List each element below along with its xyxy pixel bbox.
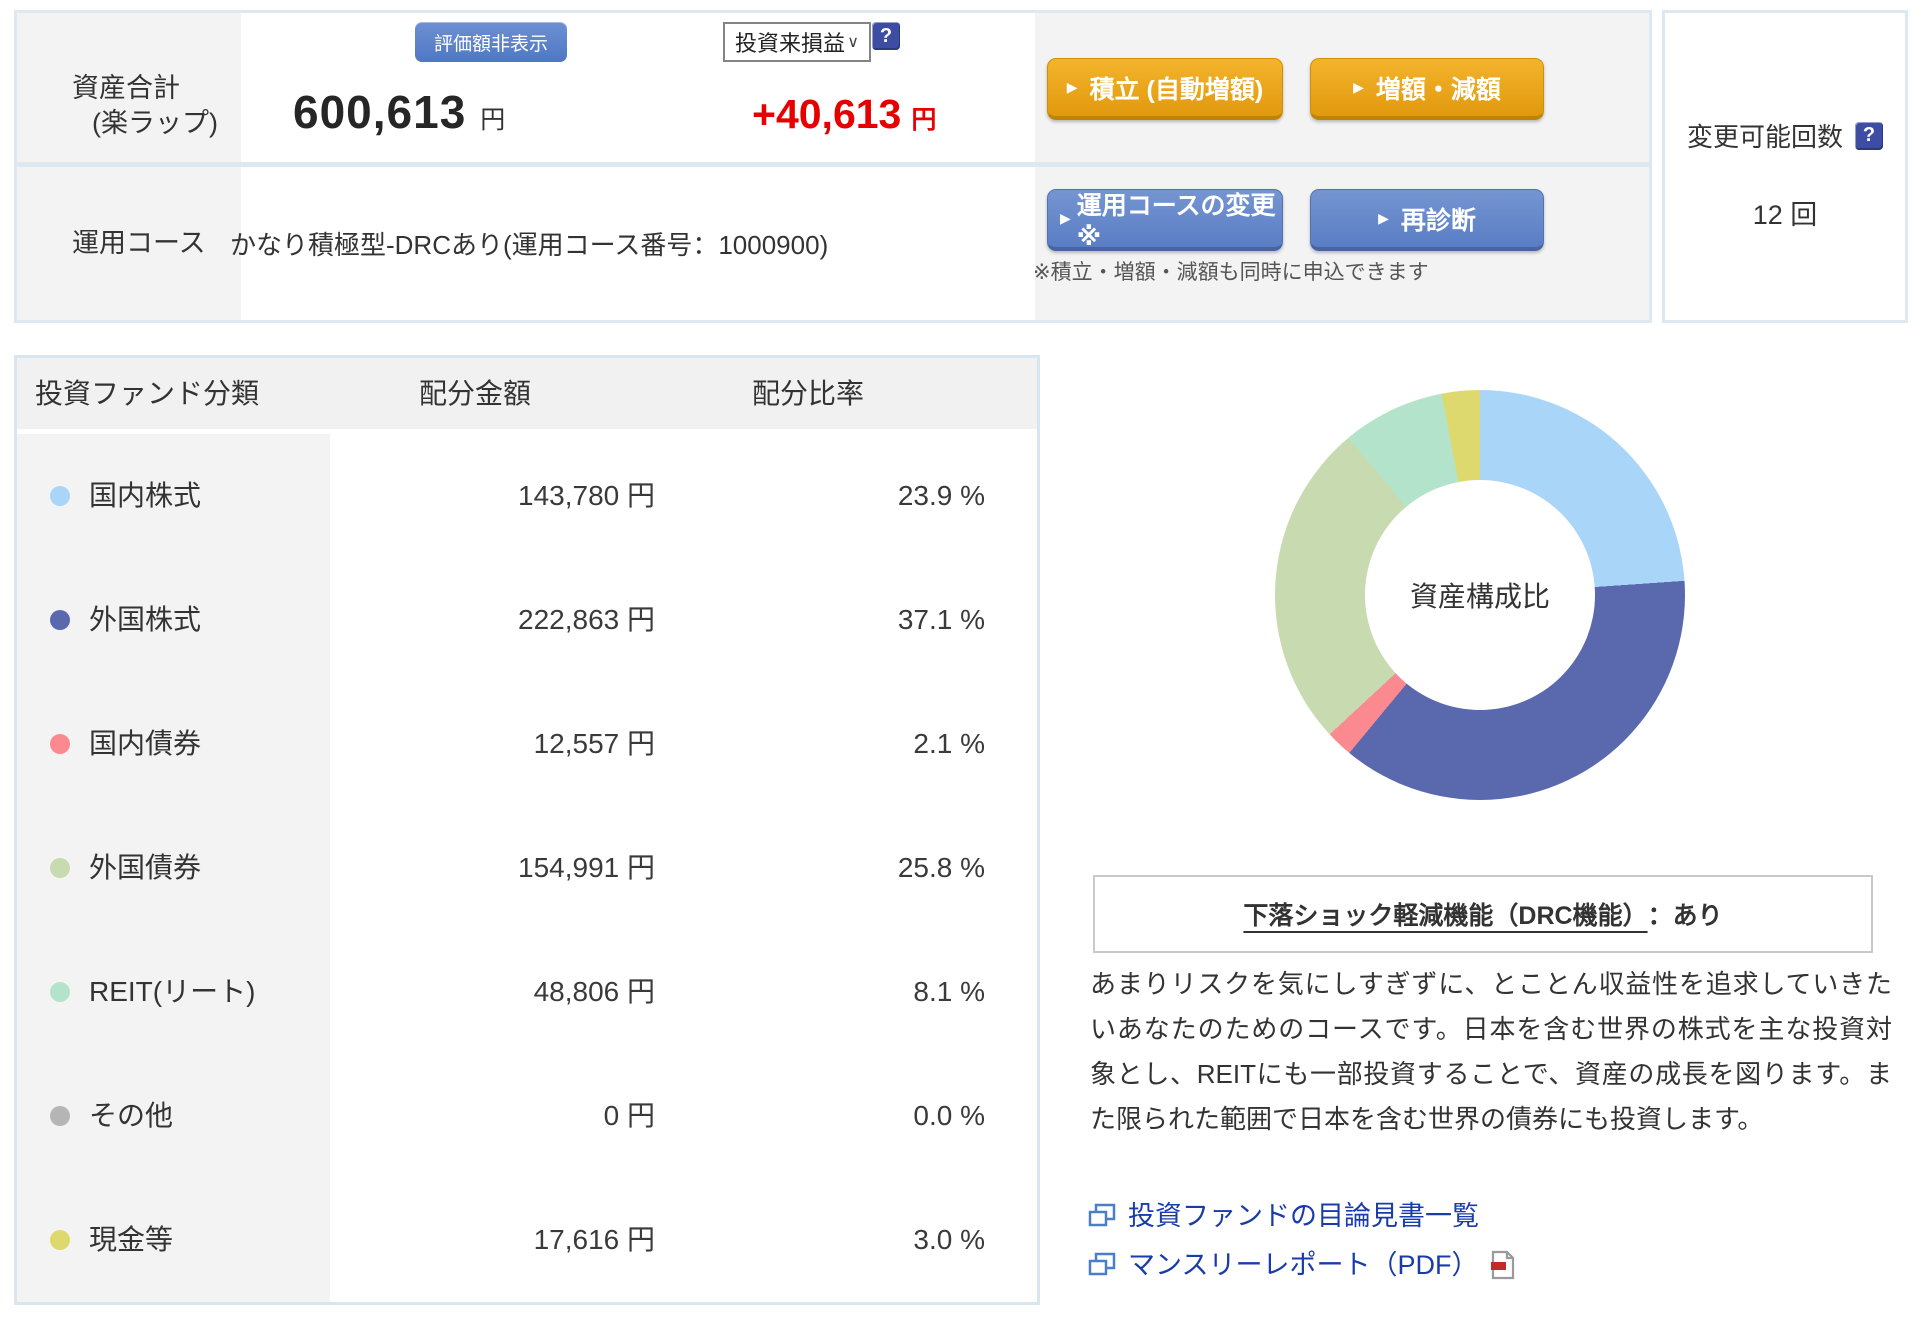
change-count-row: 変更可能回数 ?: [1665, 117, 1905, 154]
zougaku-button-label: 増額・減額: [1375, 75, 1501, 104]
header-allocation-amount: 配分金額: [418, 378, 532, 409]
table-row: 外国債券 154,991 円 25.8 %: [17, 806, 1037, 930]
allocation-table: 投資ファンド分類 配分金額 配分比率 国内株式 143,780 円 23.9 %…: [14, 355, 1040, 1305]
course-change-button-label: 運用コースの変更※: [1076, 191, 1276, 251]
gain-period-select[interactable]: 投資来損益 ∨: [723, 22, 871, 62]
change-count-label: 変更可能回数: [1686, 122, 1843, 152]
row-amount: 154,991 円: [518, 852, 655, 883]
category-color-dot: [50, 610, 70, 630]
chevron-down-icon: ∨: [847, 34, 859, 51]
row-amount: 48,806 円: [533, 976, 655, 1007]
pdf-icon: [1491, 1250, 1515, 1280]
row-label: 現金等: [89, 1224, 174, 1255]
category-color-dot: [50, 858, 70, 878]
row-label: 国内株式: [89, 480, 202, 511]
category-color-dot: [50, 1106, 70, 1126]
tsumitate-button-label: 積立 (自動増額): [1089, 75, 1264, 104]
row-ratio: 8.1 %: [913, 976, 985, 1007]
row-ratio: 2.1 %: [913, 728, 985, 759]
new-window-icon: [1088, 1203, 1116, 1227]
donut-center-label: 資産構成比: [1365, 480, 1595, 710]
hide-valuation-button[interactable]: 評価額非表示: [415, 22, 567, 62]
category-color-dot: [50, 486, 70, 506]
row-divider: [17, 162, 1649, 167]
row-ratio: 37.1 %: [897, 604, 985, 635]
rediagnosis-button-label: 再診断: [1400, 206, 1476, 235]
asset-summary-box: 資産合計 (楽ラップ) 評価額非表示 600,613 円 投資来損益 ∨ ? +…: [14, 10, 1652, 323]
row-amount: 0 円: [603, 1100, 655, 1131]
change-count-box: 変更可能回数 ? 12 回: [1662, 10, 1908, 323]
change-count-help-icon[interactable]: ?: [1855, 121, 1883, 150]
course-description: あまりリスクを気にしすぎずに、とことん収益性を追求していきたいあなたのためのコー…: [1090, 969, 1892, 1134]
category-color-dot: [50, 1230, 70, 1250]
row-amount: 17,616 円: [533, 1224, 655, 1255]
row-label: 国内債券: [89, 728, 202, 759]
monthly-report-link-label: マンスリーレポート（PDF）: [1128, 1250, 1479, 1280]
table-row: 現金等 17,616 円 3.0 %: [17, 1178, 1037, 1302]
table-row: その他 0 円 0.0 %: [17, 1054, 1037, 1178]
rediagnosis-button[interactable]: ▶ 再診断: [1310, 189, 1544, 251]
asset-total-unit: 円: [480, 106, 506, 134]
row-ratio: 3.0 %: [913, 1224, 985, 1255]
arrow-right-icon: ▶: [1066, 79, 1078, 95]
arrow-right-icon: ▶: [1060, 210, 1071, 226]
gain-since-investment: +40,613 円: [752, 91, 936, 138]
asset-total-label-line1: 資産合計: [72, 73, 180, 103]
gain-unit: 円: [911, 106, 937, 134]
zougaku-button[interactable]: ▶ 増額・減額: [1310, 58, 1544, 120]
gain-help-icon[interactable]: ?: [872, 22, 900, 50]
category-color-dot: [50, 982, 70, 1002]
row-amount: 143,780 円: [518, 480, 655, 511]
document-links: 投資ファンドの目論見書一覧 マンスリーレポート（PDF）: [1088, 1196, 1516, 1285]
asset-total-label-line2: (楽ラップ): [92, 108, 218, 138]
arrow-right-icon: ▶: [1353, 79, 1364, 95]
gain-value: +40,613: [752, 91, 902, 137]
allocation-table-header: 投資ファンド分類 配分金額 配分比率: [17, 358, 1037, 434]
asset-total-value: 600,613: [293, 86, 467, 138]
row-label: その他: [89, 1100, 174, 1131]
header-fund-category: 投資ファンド分類: [35, 378, 260, 409]
monthly-report-link[interactable]: マンスリーレポート（PDF）: [1088, 1245, 1516, 1285]
prospectus-link-label: 投資ファンドの目論見書一覧: [1128, 1201, 1479, 1231]
row-ratio: 0.0 %: [913, 1100, 985, 1131]
prospectus-link[interactable]: 投資ファンドの目論見書一覧: [1088, 1196, 1516, 1236]
table-row: 外国株式 222,863 円 37.1 %: [17, 558, 1037, 682]
course-value: かなり積極型-DRCあり(運用コース番号：1000900): [230, 230, 829, 260]
allocation-table-body: 国内株式 143,780 円 23.9 % 外国株式 222,863 円 37.…: [17, 434, 1037, 1302]
row-label: 外国株式: [89, 604, 202, 635]
new-window-icon: [1088, 1252, 1116, 1276]
drc-feature-title: 下落ショック軽減機能（DRC機能）: [1243, 902, 1648, 930]
simultaneous-application-note: ※積立・増額・減額も同時に申込できます: [1033, 261, 1429, 284]
row-ratio: 23.9 %: [897, 480, 985, 511]
header-allocation-ratio: 配分比率: [751, 378, 865, 409]
category-color-dot: [50, 734, 70, 754]
table-row: REIT(リート) 48,806 円 8.1 %: [17, 930, 1037, 1054]
row-ratio: 25.8 %: [897, 852, 985, 883]
gain-period-selected: 投資来損益: [735, 31, 846, 56]
arrow-right-icon: ▶: [1378, 210, 1389, 226]
tsumitate-button[interactable]: ▶ 積立 (自動増額): [1047, 58, 1283, 120]
drc-feature-status: ：あり: [1647, 902, 1723, 930]
asset-total-label: 資産合計 (楽ラップ): [72, 71, 218, 141]
asset-composition-donut-chart: 資産構成比: [1275, 390, 1685, 800]
row-amount: 222,863 円: [518, 604, 655, 635]
table-row: 国内株式 143,780 円 23.9 %: [17, 434, 1037, 558]
row-amount: 12,557 円: [533, 728, 655, 759]
asset-total: 600,613 円: [293, 85, 505, 139]
course-change-button[interactable]: ▶ 運用コースの変更※: [1047, 189, 1283, 251]
drc-feature-box: 下落ショック軽減機能（DRC機能） ：あり: [1093, 875, 1873, 953]
table-row: 国内債券 12,557 円 2.1 %: [17, 682, 1037, 806]
course-row-label: 運用コース: [72, 228, 206, 258]
change-count-value: 12 回: [1752, 200, 1818, 230]
row-label: REIT(リート): [89, 976, 256, 1007]
row-label: 外国債券: [89, 852, 202, 883]
